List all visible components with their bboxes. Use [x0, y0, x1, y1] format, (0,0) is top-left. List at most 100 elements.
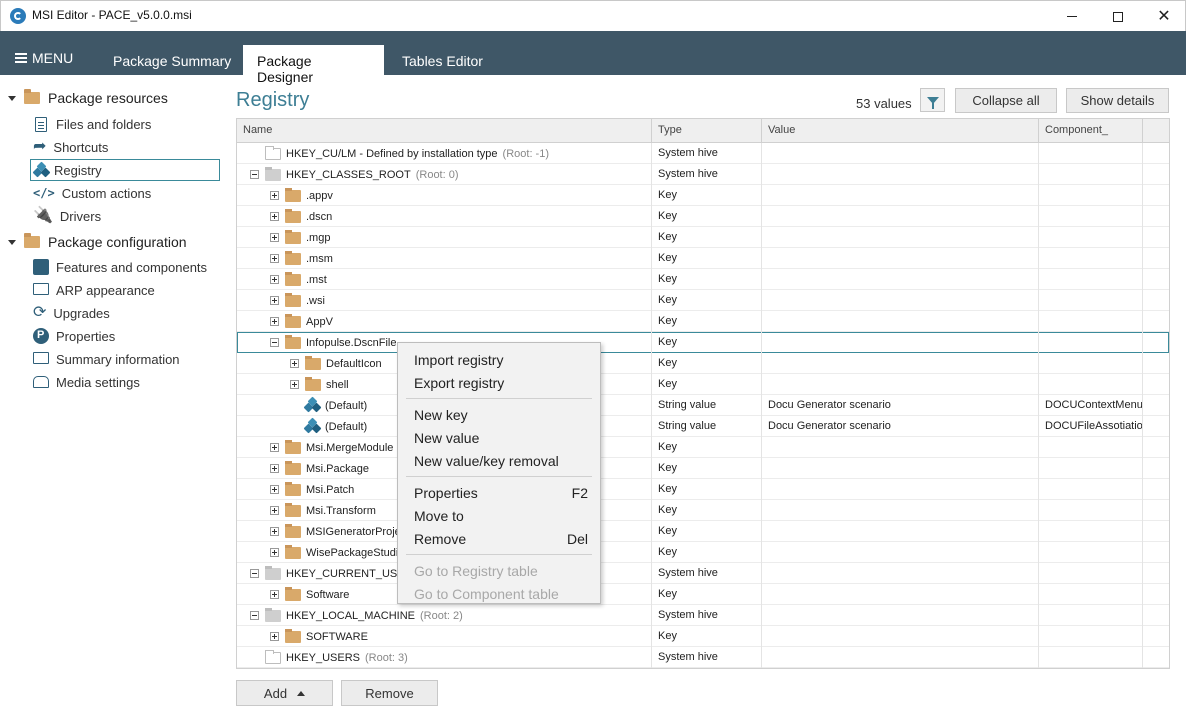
- tab-package-designer[interactable]: Package Designer: [243, 45, 384, 85]
- table-row[interactable]: Msi.Patch Key: [237, 479, 1169, 500]
- collapse-minus-icon[interactable]: [250, 611, 259, 620]
- cell-name: .dscn: [237, 206, 652, 227]
- sidebar-item-custom-actions[interactable]: </> Custom actions: [30, 182, 220, 204]
- row-name-label: AppV: [306, 315, 333, 328]
- hamburger-icon: [15, 53, 27, 63]
- table-row[interactable]: .appv Key: [237, 185, 1169, 206]
- expand-plus-icon[interactable]: [270, 317, 279, 326]
- expand-plus-icon[interactable]: [270, 443, 279, 452]
- expand-plus-icon[interactable]: [270, 296, 279, 305]
- collapse-minus-icon[interactable]: [270, 338, 279, 347]
- table-row[interactable]: HKEY_CURRENT_USER System hive: [237, 563, 1169, 584]
- sidebar-item-registry[interactable]: Registry: [30, 159, 220, 181]
- expand-plus-icon[interactable]: [270, 506, 279, 515]
- table-row[interactable]: HKEY_USERS (Root: 3) System hive: [237, 647, 1169, 668]
- sidebar-item-arp-appearance[interactable]: ARP appearance: [30, 279, 220, 301]
- collapse-minus-icon[interactable]: [250, 170, 259, 179]
- row-name-label: (Default): [325, 420, 368, 433]
- row-name-label: .dscn: [306, 210, 333, 223]
- expand-plus-icon[interactable]: [270, 191, 279, 200]
- menu-item-remove[interactable]: Remove Del: [414, 528, 588, 550]
- menu-button[interactable]: MENU: [15, 50, 73, 66]
- column-header-value[interactable]: Value: [762, 119, 1039, 142]
- folder-icon: [285, 271, 301, 286]
- expand-plus-icon[interactable]: [270, 212, 279, 221]
- table-row[interactable]: DefaultIcon Key: [237, 353, 1169, 374]
- expand-plus-icon[interactable]: [270, 464, 279, 473]
- menu-item-properties[interactable]: Properties F2: [414, 482, 588, 504]
- sidebar-item-drivers[interactable]: 🔌 Drivers: [30, 205, 220, 227]
- cell-component: [1039, 521, 1143, 542]
- row-name-label: .mgp: [306, 231, 331, 244]
- menu-item-import-registry[interactable]: Import registry: [414, 349, 588, 371]
- table-row[interactable]: WisePackageStudio Key: [237, 542, 1169, 563]
- cell-type: Key: [652, 290, 762, 311]
- table-row[interactable]: HKEY_CLASSES_ROOT (Root: 0) System hive: [237, 164, 1169, 185]
- section-package-resources[interactable]: Package resources: [8, 88, 168, 108]
- collapse-all-button[interactable]: Collapse all: [955, 88, 1057, 113]
- sidebar-item-files-and-folders[interactable]: Files and folders: [30, 113, 220, 135]
- table-row[interactable]: .wsi Key: [237, 290, 1169, 311]
- expand-plus-icon[interactable]: [270, 548, 279, 557]
- cell-component: [1039, 248, 1143, 269]
- sidebar-item-features-and-components[interactable]: Features and components: [30, 256, 220, 278]
- tab-package-summary[interactable]: Package Summary: [99, 45, 245, 75]
- table-row[interactable]: Msi.Transform Key: [237, 500, 1169, 521]
- menu-item-new-value-key-removal[interactable]: New value/key removal: [414, 450, 588, 472]
- maximize-button[interactable]: [1095, 1, 1141, 32]
- grid-header: Name Type Value Component_: [237, 119, 1169, 143]
- remove-button[interactable]: Remove: [341, 680, 438, 706]
- menu-item-move-to[interactable]: Move to: [414, 505, 588, 527]
- table-row[interactable]: Msi.MergeModule Key: [237, 437, 1169, 458]
- expand-arrow-icon: [8, 95, 16, 101]
- expand-plus-icon[interactable]: [270, 527, 279, 536]
- add-button[interactable]: Add: [236, 680, 333, 706]
- sidebar-item-media-settings[interactable]: Media settings: [30, 371, 220, 393]
- expand-plus-icon[interactable]: [270, 632, 279, 641]
- table-row[interactable]: (Default) String value Docu Generator scen…: [237, 416, 1169, 437]
- table-row[interactable]: .mst Key: [237, 269, 1169, 290]
- collapse-minus-icon[interactable]: [250, 569, 259, 578]
- table-row[interactable]: AppV Key: [237, 311, 1169, 332]
- table-row[interactable]: shell Key: [237, 374, 1169, 395]
- sidebar: Package resources Files and folders ➦ Sh…: [0, 75, 228, 721]
- column-header-type[interactable]: Type: [652, 119, 762, 142]
- table-row[interactable]: SOFTWARE Key: [237, 626, 1169, 647]
- expand-plus-icon[interactable]: [270, 254, 279, 263]
- sidebar-item-properties[interactable]: Properties: [30, 325, 220, 347]
- table-row[interactable]: Msi.Package Key: [237, 458, 1169, 479]
- expand-plus-icon[interactable]: [270, 233, 279, 242]
- expand-plus-icon[interactable]: [270, 275, 279, 284]
- table-row[interactable]: (Default) String value Docu Generator scen…: [237, 395, 1169, 416]
- section-package-configuration[interactable]: Package configuration: [8, 232, 187, 252]
- table-row[interactable]: .mgp Key: [237, 227, 1169, 248]
- sidebar-item-upgrades[interactable]: ⟳ Upgrades: [30, 302, 220, 324]
- column-header-name[interactable]: Name: [237, 119, 652, 142]
- menu-item-new-key[interactable]: New key: [414, 404, 588, 426]
- table-row[interactable]: Software Key: [237, 584, 1169, 605]
- table-row[interactable]: MSIGeneratorProje Key: [237, 521, 1169, 542]
- table-row[interactable]: .msm Key: [237, 248, 1169, 269]
- expand-plus-icon[interactable]: [290, 359, 299, 368]
- minimize-button[interactable]: [1049, 1, 1095, 32]
- tab-tables-editor[interactable]: Tables Editor: [388, 45, 497, 75]
- table-row[interactable]: HKEY_LOCAL_MACHINE (Root: 2) System hive: [237, 605, 1169, 626]
- show-details-button[interactable]: Show details: [1066, 88, 1169, 113]
- sidebar-item-summary-information[interactable]: Summary information: [30, 348, 220, 370]
- sidebar-item-shortcuts[interactable]: ➦ Shortcuts: [30, 136, 220, 158]
- filter-button[interactable]: [920, 88, 945, 112]
- menu-item-export-registry[interactable]: Export registry: [414, 372, 588, 394]
- menu-item-shortcut: Del: [566, 531, 588, 547]
- close-button[interactable]: ✕: [1141, 1, 1186, 32]
- column-header-component[interactable]: Component_: [1039, 119, 1143, 142]
- table-row[interactable]: .dscn Key: [237, 206, 1169, 227]
- expand-plus-icon[interactable]: [270, 485, 279, 494]
- menu-item-new-value[interactable]: New value: [414, 427, 588, 449]
- table-row[interactable]: Infopulse.DscnFile Key: [237, 332, 1169, 353]
- expand-plus-icon[interactable]: [290, 380, 299, 389]
- cell-value: [762, 500, 1039, 521]
- sidebar-item-label: Shortcuts: [53, 139, 109, 155]
- table-row[interactable]: HKEY_CU/LM - Defined by installation typ…: [237, 143, 1169, 164]
- cell-type: Key: [652, 500, 762, 521]
- expand-plus-icon[interactable]: [270, 590, 279, 599]
